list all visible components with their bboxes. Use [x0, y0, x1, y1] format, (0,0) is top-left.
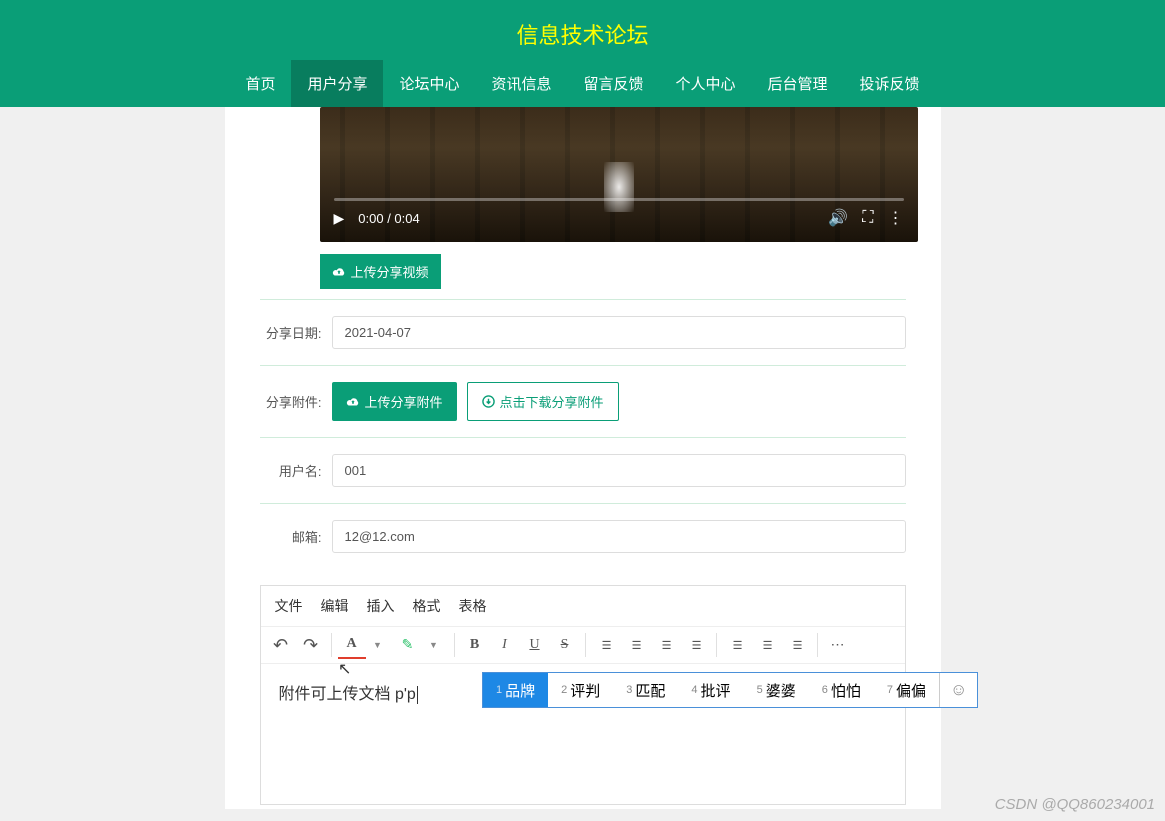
align-left-icon[interactable]: ☰: [592, 631, 620, 659]
nav-home[interactable]: 首页: [229, 60, 291, 107]
menu-file[interactable]: 文件: [275, 596, 303, 616]
list-bullet-icon[interactable]: ☰: [723, 631, 751, 659]
upload-video-button[interactable]: 上传分享视频: [320, 254, 441, 289]
video-player[interactable]: ▶ 0:00 / 0:04 🔊 ⛶ ⋮: [320, 107, 918, 242]
download-attach-button[interactable]: 点击下载分享附件: [467, 382, 619, 421]
more-tools-icon[interactable]: ⋯: [824, 631, 852, 659]
highlight-icon[interactable]: [394, 631, 422, 659]
fullscreen-icon[interactable]: ⛶: [862, 209, 873, 227]
download-icon: [482, 395, 495, 408]
ime-candidate-4[interactable]: 4批评: [678, 673, 743, 707]
menu-insert[interactable]: 插入: [367, 596, 395, 616]
menu-edit[interactable]: 编辑: [321, 596, 349, 616]
menu-format[interactable]: 格式: [413, 596, 441, 616]
chevron-down-icon[interactable]: ▼: [364, 631, 392, 659]
nav-user-share[interactable]: 用户分享: [291, 60, 383, 107]
underline-icon[interactable]: U: [521, 631, 549, 659]
ime-candidate-panel: 1品牌 2评判 3匹配 4批评 5婆婆 6怕怕 7偏偏 ☺: [482, 672, 978, 708]
ime-candidate-1[interactable]: 1品牌: [483, 673, 548, 707]
username-input[interactable]: [332, 454, 906, 487]
volume-icon[interactable]: 🔊: [828, 208, 848, 228]
email-input[interactable]: [332, 520, 906, 553]
ime-emoji-icon[interactable]: ☺: [939, 673, 977, 707]
indent-icon[interactable]: ☰: [783, 631, 811, 659]
text-color-icon[interactable]: A: [338, 631, 366, 659]
nav-admin[interactable]: 后台管理: [752, 60, 844, 107]
site-title: 信息技术论坛: [516, 23, 648, 48]
ime-candidate-2[interactable]: 2评判: [548, 673, 613, 707]
ime-candidate-6[interactable]: 6怕怕: [809, 673, 874, 707]
nav-news[interactable]: 资讯信息: [475, 60, 567, 107]
cloud-upload-icon: [346, 396, 360, 408]
outdent-icon[interactable]: ☰: [753, 631, 781, 659]
nav-complaint[interactable]: 投诉反馈: [844, 60, 936, 107]
nav-personal[interactable]: 个人中心: [660, 60, 752, 107]
video-time: 0:00 / 0:04: [358, 211, 419, 226]
main-nav: 首页 用户分享 论坛中心 资讯信息 留言反馈 个人中心 后台管理 投诉反馈: [0, 60, 1165, 107]
bold-icon[interactable]: B: [461, 631, 489, 659]
date-input[interactable]: [332, 316, 906, 349]
nav-feedback[interactable]: 留言反馈: [568, 60, 660, 107]
undo-icon[interactable]: [267, 631, 295, 659]
align-justify-icon[interactable]: ☰: [682, 631, 710, 659]
date-label: 分享日期:: [260, 323, 322, 342]
align-right-icon[interactable]: ☰: [652, 631, 680, 659]
upload-attach-button[interactable]: 上传分享附件: [332, 382, 457, 421]
cloud-upload-icon: [332, 266, 346, 278]
redo-icon[interactable]: [297, 631, 325, 659]
menu-table[interactable]: 表格: [459, 596, 487, 616]
more-icon[interactable]: ⋮: [888, 208, 904, 228]
username-label: 用户名:: [260, 461, 322, 480]
play-icon[interactable]: ▶: [334, 210, 345, 227]
align-center-icon[interactable]: ☰: [622, 631, 650, 659]
ime-candidate-5[interactable]: 5婆婆: [744, 673, 809, 707]
ime-candidate-7[interactable]: 7偏偏: [874, 673, 939, 707]
ime-candidate-3[interactable]: 3匹配: [613, 673, 678, 707]
italic-icon[interactable]: I: [491, 631, 519, 659]
chevron-down-icon[interactable]: ▼: [420, 631, 448, 659]
strikethrough-icon[interactable]: S: [551, 631, 579, 659]
nav-forum[interactable]: 论坛中心: [383, 60, 475, 107]
attach-label: 分享附件:: [260, 392, 322, 411]
watermark: CSDN @QQ860234001: [995, 796, 1155, 813]
email-label: 邮箱:: [260, 527, 322, 546]
